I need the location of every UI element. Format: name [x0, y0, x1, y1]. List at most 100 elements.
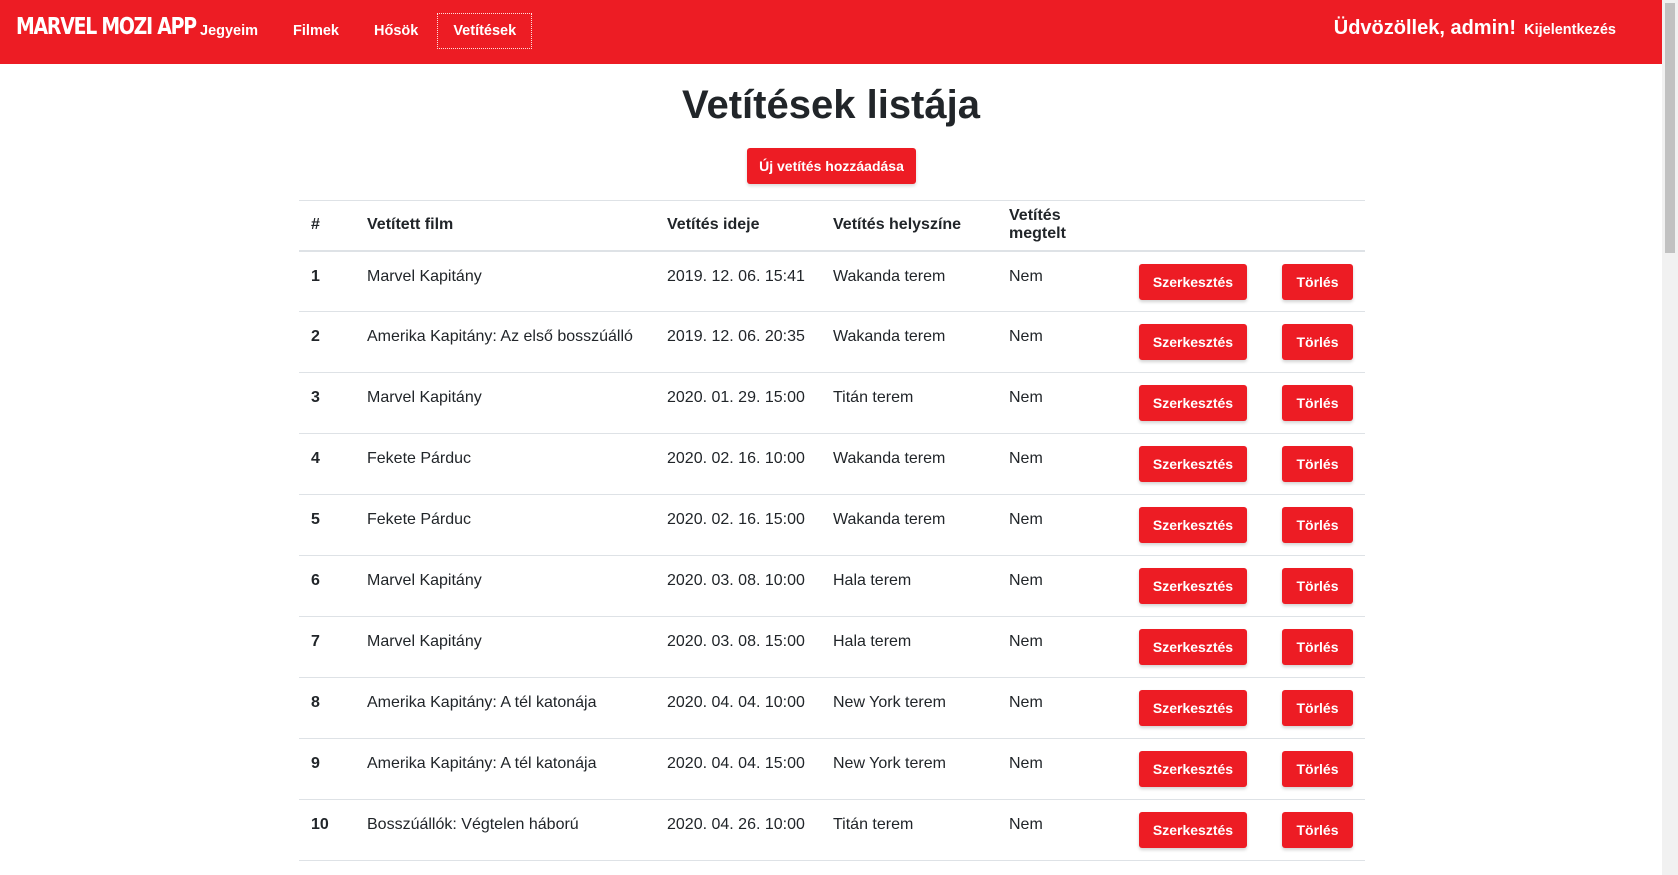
- row-full: Nem: [997, 555, 1127, 617]
- header-index: #: [299, 200, 355, 252]
- row-full: Nem: [997, 799, 1127, 861]
- table-body: 1 Marvel Kapitány 2019. 12. 06. 15:41 Wa…: [299, 250, 1365, 861]
- page-title: Vetítések listája: [682, 83, 980, 127]
- edit-button[interactable]: Szerkesztés: [1139, 568, 1247, 604]
- table-row: 1 Marvel Kapitány 2019. 12. 06. 15:41 Wa…: [299, 250, 1365, 312]
- delete-button[interactable]: Törlés: [1282, 690, 1353, 726]
- row-edit-cell: Szerkesztés: [1127, 311, 1264, 373]
- row-index: 2: [299, 311, 355, 373]
- edit-button[interactable]: Szerkesztés: [1139, 324, 1247, 360]
- row-delete-cell: Törlés: [1264, 555, 1365, 617]
- row-delete-cell: Törlés: [1264, 372, 1365, 434]
- row-edit-cell: Szerkesztés: [1127, 677, 1264, 739]
- row-location: Titán terem: [821, 799, 997, 861]
- row-edit-cell: Szerkesztés: [1127, 555, 1264, 617]
- table-row: 3 Marvel Kapitány 2020. 01. 29. 15:00 Ti…: [299, 372, 1365, 434]
- row-time: 2020. 04. 26. 10:00: [655, 799, 821, 861]
- table-row: 7 Marvel Kapitány 2020. 03. 08. 15:00 Ha…: [299, 616, 1365, 678]
- delete-button[interactable]: Törlés: [1282, 812, 1353, 848]
- row-index: 7: [299, 616, 355, 678]
- row-delete-cell: Törlés: [1264, 799, 1365, 861]
- row-index: 4: [299, 433, 355, 495]
- header-location: Vetítés helyszíne: [821, 200, 997, 252]
- table-row: 8 Amerika Kapitány: A tél katonája 2020.…: [299, 677, 1365, 739]
- delete-button[interactable]: Törlés: [1282, 507, 1353, 543]
- delete-button[interactable]: Törlés: [1282, 324, 1353, 360]
- row-edit-cell: Szerkesztés: [1127, 494, 1264, 556]
- row-film: Bosszúállók: Végtelen háború: [355, 799, 655, 861]
- nav-link-jegyeim[interactable]: Jegyeim: [184, 13, 274, 49]
- row-location: Wakanda terem: [821, 250, 997, 312]
- row-film: Amerika Kapitány: A tél katonája: [355, 738, 655, 800]
- edit-button[interactable]: Szerkesztés: [1139, 446, 1247, 482]
- row-film: Fekete Párduc: [355, 433, 655, 495]
- table-row: 6 Marvel Kapitány 2020. 03. 08. 10:00 Ha…: [299, 555, 1365, 617]
- row-time: 2020. 03. 08. 10:00: [655, 555, 821, 617]
- table-row: 4 Fekete Párduc 2020. 02. 16. 10:00 Waka…: [299, 433, 1365, 495]
- edit-button[interactable]: Szerkesztés: [1139, 812, 1247, 848]
- table-row: 10 Bosszúállók: Végtelen háború 2020. 04…: [299, 799, 1365, 861]
- row-full: Nem: [997, 738, 1127, 800]
- row-film: Marvel Kapitány: [355, 555, 655, 617]
- row-time: 2020. 03. 08. 15:00: [655, 616, 821, 678]
- row-delete-cell: Törlés: [1264, 433, 1365, 495]
- row-full: Nem: [997, 311, 1127, 373]
- row-index: 8: [299, 677, 355, 739]
- row-film: Marvel Kapitány: [355, 372, 655, 434]
- delete-button[interactable]: Törlés: [1282, 629, 1353, 665]
- row-delete-cell: Törlés: [1264, 250, 1365, 312]
- header-delete-empty: [1264, 200, 1365, 252]
- brand-logo[interactable]: MARVEL MOZI APP: [16, 14, 197, 40]
- row-index: 9: [299, 738, 355, 800]
- header-full: Vetítés megtelt: [997, 200, 1127, 252]
- row-location: Wakanda terem: [821, 433, 997, 495]
- row-time: 2020. 02. 16. 10:00: [655, 433, 821, 495]
- add-screening-button[interactable]: Új vetítés hozzáadása: [747, 148, 916, 184]
- row-film: Amerika Kapitány: Az első bosszúálló: [355, 311, 655, 373]
- row-full: Nem: [997, 372, 1127, 434]
- edit-button[interactable]: Szerkesztés: [1139, 690, 1247, 726]
- edit-button[interactable]: Szerkesztés: [1139, 751, 1247, 787]
- nav-link-filmek[interactable]: Filmek: [277, 13, 355, 49]
- row-full: Nem: [997, 677, 1127, 739]
- nav-link-hosok[interactable]: Hősök: [358, 13, 434, 49]
- row-delete-cell: Törlés: [1264, 738, 1365, 800]
- row-edit-cell: Szerkesztés: [1127, 372, 1264, 434]
- delete-button[interactable]: Törlés: [1282, 385, 1353, 421]
- row-edit-cell: Szerkesztés: [1127, 616, 1264, 678]
- header-time: Vetítés ideje: [655, 200, 821, 252]
- row-index: 1: [299, 250, 355, 312]
- edit-button[interactable]: Szerkesztés: [1139, 385, 1247, 421]
- logout-link[interactable]: Kijelentkezés: [1524, 22, 1616, 38]
- edit-button[interactable]: Szerkesztés: [1139, 263, 1247, 300]
- row-full: Nem: [997, 616, 1127, 678]
- navbar: MARVEL MOZI APP Jegyeim Filmek Hősök Vet…: [0, 0, 1662, 64]
- scrollbar-thumb[interactable]: [1665, 3, 1675, 253]
- row-film: Marvel Kapitány: [355, 616, 655, 678]
- page-scrollbar[interactable]: [1662, 0, 1678, 875]
- table-header-row: # Vetített film Vetítés ideje Vetítés he…: [299, 200, 1365, 252]
- delete-button[interactable]: Törlés: [1282, 263, 1353, 300]
- edit-button[interactable]: Szerkesztés: [1139, 629, 1247, 665]
- row-film: Marvel Kapitány: [355, 250, 655, 312]
- screenings-table-wrapper: # Vetített film Vetítés ideje Vetítés he…: [299, 200, 1365, 861]
- nav-link-vetitesek[interactable]: Vetítések: [437, 13, 533, 49]
- row-index: 5: [299, 494, 355, 556]
- delete-button[interactable]: Törlés: [1282, 751, 1353, 787]
- row-location: Hala terem: [821, 555, 997, 617]
- header-edit-empty: [1127, 200, 1264, 252]
- delete-button[interactable]: Törlés: [1282, 568, 1353, 604]
- row-full: Nem: [997, 250, 1127, 312]
- screenings-table: # Vetített film Vetítés ideje Vetítés he…: [299, 200, 1365, 861]
- row-location: Wakanda terem: [821, 494, 997, 556]
- row-delete-cell: Törlés: [1264, 616, 1365, 678]
- row-location: Hala terem: [821, 616, 997, 678]
- delete-button[interactable]: Törlés: [1282, 446, 1353, 482]
- row-edit-cell: Szerkesztés: [1127, 799, 1264, 861]
- row-delete-cell: Törlés: [1264, 494, 1365, 556]
- row-time: 2019. 12. 06. 15:41: [655, 250, 821, 312]
- row-location: New York terem: [821, 738, 997, 800]
- edit-button[interactable]: Szerkesztés: [1139, 507, 1247, 543]
- row-location: New York terem: [821, 677, 997, 739]
- nav-links: Jegyeim Filmek Hősök Vetítések: [184, 13, 535, 49]
